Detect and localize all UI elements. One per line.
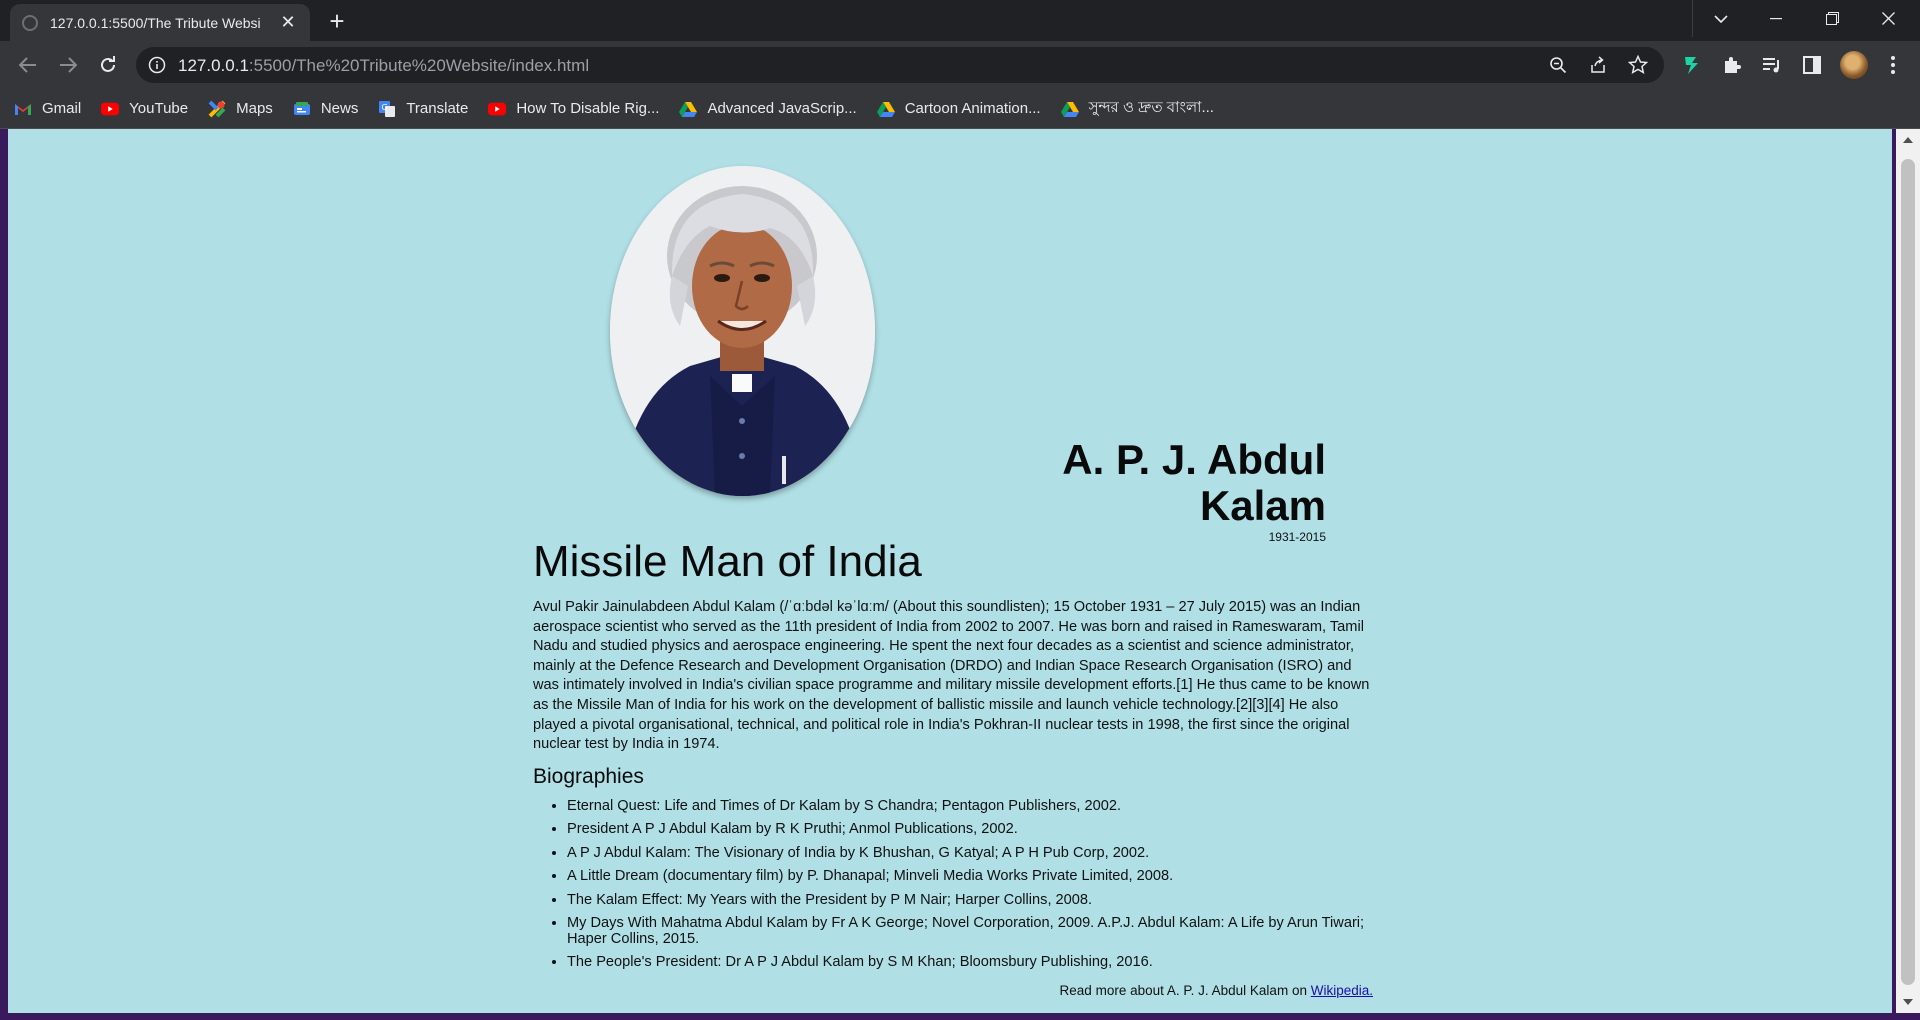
google-drive-icon bbox=[876, 100, 895, 118]
biographies-list: Eternal Quest: Life and Times of Dr Kala… bbox=[567, 798, 1367, 978]
google-drive-icon bbox=[1060, 100, 1079, 118]
intro-paragraph: Avul Pakir Jainulabdeen Abdul Kalam (/ˈɑ… bbox=[533, 599, 1370, 753]
bookmark-label: Maps bbox=[236, 100, 273, 117]
bookmark-drive-bangla[interactable]: সুন্দর ও দ্রুত বাংলা... bbox=[1060, 96, 1214, 121]
bookmark-label: How To Disable Rig... bbox=[516, 100, 660, 117]
reload-button[interactable] bbox=[92, 49, 124, 81]
bookmark-gmail[interactable]: Gmail bbox=[14, 100, 81, 118]
youtube-icon bbox=[101, 100, 120, 118]
tab-search-button[interactable] bbox=[1692, 0, 1748, 37]
news-icon bbox=[293, 100, 311, 118]
bookmark-youtube-video[interactable]: How To Disable Rig... bbox=[488, 100, 659, 118]
scroll-up-icon[interactable] bbox=[1903, 137, 1913, 143]
bookmark-label: Cartoon Animation... bbox=[904, 100, 1041, 117]
bookmark-label: Gmail bbox=[42, 100, 82, 117]
read-more-label: Read more about A. P. J. Abdul Kalam on bbox=[1059, 983, 1311, 998]
chevron-down-icon bbox=[1713, 14, 1728, 23]
translate-icon: G bbox=[378, 100, 396, 118]
bookmark-label: সুন্দর ও দ্রুত বাংলা... bbox=[1088, 99, 1214, 116]
bookmark-label: Advanced JavaScrip... bbox=[707, 100, 857, 117]
bookmark-drive-cartoon[interactable]: Cartoon Animation... bbox=[876, 100, 1041, 118]
close-icon bbox=[1881, 12, 1895, 25]
read-more-text: Read more about A. P. J. Abdul Kalam on … bbox=[1060, 983, 1373, 998]
scroll-down-icon[interactable] bbox=[1903, 999, 1913, 1005]
lifespan-years: 1931-2015 bbox=[1268, 530, 1326, 545]
arrow-left-icon bbox=[19, 57, 36, 73]
side-panel-icon[interactable] bbox=[1800, 53, 1824, 77]
restore-icon bbox=[1825, 12, 1839, 25]
list-item: Eternal Quest: Life and Times of Dr Kala… bbox=[567, 798, 1367, 814]
name-block: A. P. J. Abdul Kalam 1931-2015 bbox=[940, 436, 1326, 545]
bookmark-translate[interactable]: G Translate bbox=[378, 100, 468, 118]
browser-tab-active[interactable]: 127.0.0.1:5500/The Tribute Websi ✕ bbox=[10, 4, 310, 41]
address-bar[interactable]: 127.0.0.1:5500/The%20Tribute%20Website/i… bbox=[136, 47, 1664, 83]
restore-button[interactable] bbox=[1804, 0, 1860, 37]
forward-button[interactable] bbox=[52, 49, 84, 81]
bookmark-label: YouTube bbox=[129, 100, 189, 117]
list-item: My Days With Mahatma Abdul Kalam by Fr A… bbox=[567, 915, 1367, 947]
bookmark-drive-javascript[interactable]: Advanced JavaScrip... bbox=[679, 100, 857, 118]
scrollbar-thumb[interactable] bbox=[1901, 159, 1915, 985]
url-host: 127.0.0.1 bbox=[178, 56, 249, 75]
back-button[interactable] bbox=[12, 49, 44, 81]
zoom-icon[interactable] bbox=[1548, 55, 1568, 75]
profile-avatar[interactable] bbox=[1840, 51, 1868, 79]
share-icon[interactable] bbox=[1588, 55, 1608, 75]
portrait-image bbox=[610, 166, 875, 496]
youtube-icon bbox=[488, 100, 507, 118]
bookmark-maps[interactable]: Maps bbox=[208, 100, 273, 118]
arrow-right-icon bbox=[60, 57, 77, 73]
loading-favicon-icon bbox=[22, 14, 38, 31]
url-text[interactable]: 127.0.0.1:5500/The%20Tribute%20Website/i… bbox=[178, 56, 589, 76]
list-item: A Little Dream (documentary film) by P. … bbox=[567, 868, 1367, 884]
person-name: A. P. J. Abdul Kalam bbox=[1062, 436, 1326, 530]
bookmark-youtube[interactable]: YouTube bbox=[101, 100, 188, 118]
svg-text:G: G bbox=[382, 103, 388, 112]
page-viewport: A. P. J. Abdul Kalam 1931-2015 Missile M… bbox=[8, 129, 1892, 1013]
page-scrollbar[interactable] bbox=[1896, 129, 1920, 1013]
extensions-puzzle-icon[interactable] bbox=[1720, 53, 1744, 77]
bookmark-news[interactable]: News bbox=[293, 100, 359, 118]
gmail-icon bbox=[14, 100, 32, 118]
minimize-button[interactable] bbox=[1748, 0, 1804, 37]
close-window-button[interactable] bbox=[1860, 0, 1916, 37]
info-icon[interactable] bbox=[148, 56, 166, 74]
bookmarks-bar: Gmail YouTube Maps News G Translate How … bbox=[0, 89, 1920, 129]
bookmark-star-icon[interactable] bbox=[1628, 55, 1648, 75]
tab-title: 127.0.0.1:5500/The Tribute Websi bbox=[50, 14, 261, 31]
wikipedia-link[interactable]: Wikipedia. bbox=[1311, 983, 1373, 998]
list-item: President A P J Abdul Kalam by R K Pruth… bbox=[567, 821, 1367, 837]
bookmark-label: Translate bbox=[406, 100, 469, 117]
list-item: The People's President: Dr A P J Abdul K… bbox=[567, 954, 1367, 970]
google-drive-icon bbox=[679, 100, 698, 118]
new-tab-button[interactable]: + bbox=[322, 8, 352, 36]
extension-green-icon[interactable] bbox=[1680, 53, 1704, 77]
browser-toolbar: 127.0.0.1:5500/The%20Tribute%20Website/i… bbox=[0, 41, 1920, 89]
media-queue-icon[interactable] bbox=[1760, 53, 1784, 77]
url-path: :5500/The%20Tribute%20Website/index.html bbox=[248, 56, 590, 75]
more-menu-icon[interactable] bbox=[1881, 53, 1905, 77]
browser-tab-strip: 127.0.0.1:5500/The Tribute Websi ✕ + bbox=[0, 0, 1920, 41]
reload-icon bbox=[101, 56, 115, 72]
maps-icon bbox=[208, 100, 226, 118]
list-item: A P J Abdul Kalam: The Visionary of Indi… bbox=[567, 845, 1367, 861]
tab-close-icon[interactable]: ✕ bbox=[278, 12, 298, 33]
bookmark-label: News bbox=[320, 100, 359, 117]
minimize-icon bbox=[1770, 17, 1782, 19]
page-title: Missile Man of India bbox=[533, 537, 922, 586]
list-item: The Kalam Effect: My Years with the Pres… bbox=[567, 892, 1367, 908]
biographies-heading: Biographies bbox=[533, 765, 644, 788]
